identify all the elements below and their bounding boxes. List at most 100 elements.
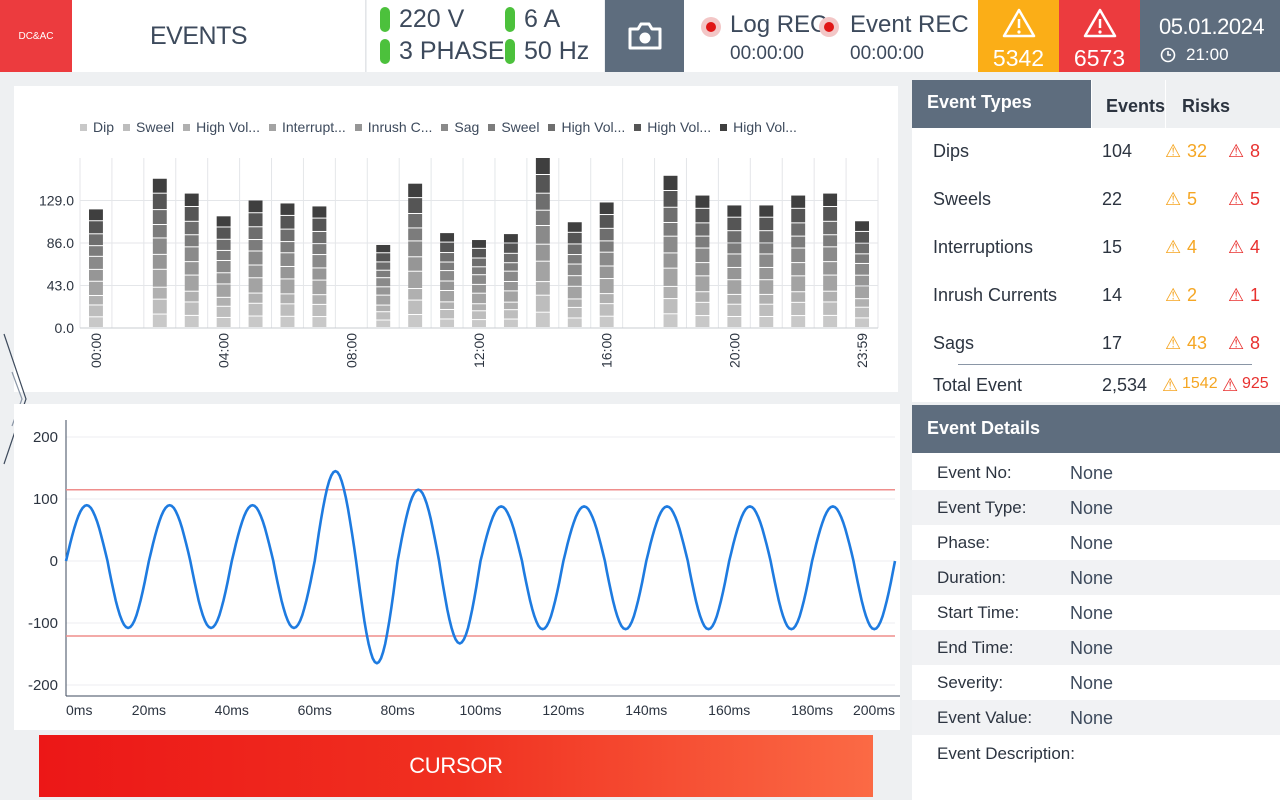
bar-segment	[184, 207, 199, 221]
bar-segment	[855, 286, 869, 299]
bar-segment	[248, 265, 263, 278]
x-tick-label: 08:00	[343, 333, 359, 368]
bar-segment	[440, 271, 455, 281]
bar-segment	[216, 306, 231, 317]
bar-segment	[216, 227, 231, 239]
bar-segment	[312, 280, 327, 295]
bar-segment	[503, 253, 518, 263]
bar-segment	[535, 244, 550, 261]
bar-segment	[89, 221, 103, 234]
bar-segment	[791, 302, 806, 316]
bar-segment	[408, 300, 423, 315]
x-tick-label: 80ms	[380, 702, 414, 718]
detail-label: End Time:	[937, 638, 1014, 657]
bar-segment	[823, 262, 838, 275]
bar-segment	[376, 312, 391, 320]
bar-segment	[855, 307, 869, 318]
bar-segment	[695, 302, 710, 316]
bar-segment	[312, 244, 327, 255]
alarm-counter[interactable]: 6573	[1059, 0, 1140, 72]
bar-segment	[695, 208, 710, 223]
events-bar-chart: 0.0 43.0 86.0 129.0 00:00 04:00 08:00 12:00 16:0…	[39, 158, 879, 368]
bar-segment	[823, 235, 838, 247]
alarm-icon: ⚠	[1228, 237, 1245, 257]
bar-segment	[535, 158, 550, 174]
x-tick-label: 0ms	[66, 702, 92, 718]
bar-segment	[855, 254, 869, 263]
alarm-icon: ⚠	[1228, 141, 1245, 161]
bar-segment	[855, 221, 869, 231]
bar-segment	[663, 268, 678, 286]
bar-segment	[376, 253, 391, 262]
detail-label: Severity:	[937, 673, 1004, 692]
alarm-icon: ⚠	[1228, 333, 1245, 353]
bar-segment	[472, 311, 486, 320]
alarm-count: 1	[1250, 285, 1261, 305]
event-type-name: Sags	[933, 333, 975, 353]
bar-segment	[152, 193, 167, 210]
risks-header: Risks	[1182, 96, 1231, 116]
bar-segment	[152, 210, 167, 225]
detail-row-event-description: Event Description:	[912, 736, 1280, 771]
bar-segment	[472, 258, 486, 267]
bar-segment	[376, 270, 391, 278]
waveform-chart[interactable]: 200 100 0 -100 -200 0ms 20ms 40ms 60ms 80ms 100ms 1…	[0, 400, 905, 735]
y-tick-label: -100	[28, 615, 58, 632]
bar-segment	[280, 304, 295, 316]
bar-segment	[695, 248, 710, 263]
bar-segment	[280, 229, 295, 242]
bar-segment	[312, 218, 327, 231]
event-type-name: Dips	[933, 141, 970, 161]
bar-segment	[216, 284, 231, 297]
bar-segment	[503, 310, 518, 319]
bar-segment	[408, 289, 423, 300]
bar-segment	[152, 225, 167, 238]
current-date: 05.01.2024	[1159, 14, 1265, 39]
warning-count: 32	[1187, 141, 1208, 161]
x-tick-label: 16:00	[599, 333, 615, 368]
event-type-count: 22	[1102, 189, 1123, 209]
bar-segment	[663, 207, 678, 222]
bar-segment	[152, 314, 167, 327]
warning-count: 43	[1187, 333, 1208, 353]
total-divider	[958, 364, 1252, 365]
y-tick-label: 86.0	[47, 235, 74, 251]
event-type-count: 104	[1102, 141, 1133, 161]
bar-segment	[248, 303, 263, 316]
bar-segment	[663, 191, 678, 207]
y-tick-label: 200	[33, 429, 58, 446]
x-tick-label: 20ms	[132, 702, 166, 718]
event-type-count: 14	[1102, 285, 1123, 305]
event-details-header: Event Details	[927, 418, 1041, 438]
bar-segment	[440, 290, 455, 302]
bar-segment	[759, 316, 774, 327]
bar-segment	[567, 264, 582, 276]
x-tick-label: 100ms	[459, 702, 501, 718]
bar-segment	[823, 193, 838, 207]
y-tick-label: 100	[33, 491, 58, 508]
bar-segment	[216, 239, 231, 250]
alarm-count: 8	[1250, 333, 1261, 353]
bar-segment	[663, 175, 678, 191]
alarm-count: 4	[1250, 237, 1261, 257]
bar-segment	[312, 268, 327, 280]
bar-segment	[535, 226, 550, 244]
bar-segment	[248, 227, 263, 240]
warning-counter[interactable]: 5342	[978, 0, 1059, 72]
warning-icon: ⚠	[1165, 237, 1182, 257]
bar-segment	[280, 294, 295, 304]
x-tick-label: 00:00	[88, 333, 104, 368]
bar-segment	[248, 240, 263, 251]
bar-segment	[184, 193, 199, 207]
bar-segment	[855, 231, 869, 243]
bar-segment	[695, 236, 710, 248]
bar-segment	[312, 231, 327, 244]
cursor-button[interactable]: CURSOR	[39, 735, 873, 797]
y-tick-label: 0	[50, 553, 58, 570]
bar-segment	[216, 260, 231, 273]
x-tick-label: 23:59	[854, 333, 870, 368]
y-tick-label: 43.0	[47, 278, 74, 294]
alarm-icon	[1083, 8, 1117, 38]
detail-value: None	[1070, 638, 1114, 658]
bar-segment	[599, 316, 614, 327]
